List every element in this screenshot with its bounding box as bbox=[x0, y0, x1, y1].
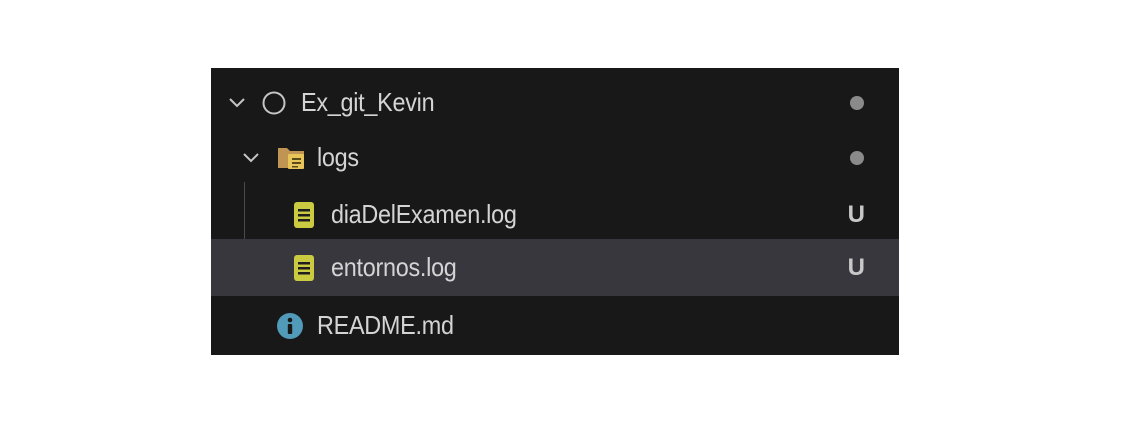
repository-circle-icon bbox=[262, 91, 286, 114]
untracked-status-badge: U bbox=[847, 200, 865, 228]
modified-status-dot bbox=[850, 95, 864, 110]
log-file-icon bbox=[294, 201, 314, 228]
chevron-down-icon[interactable] bbox=[227, 93, 247, 113]
tree-item-file-readme[interactable]: README.md bbox=[211, 297, 899, 354]
tree-item-label: Ex_git_Kevin bbox=[301, 87, 435, 117]
chevron-down-icon[interactable] bbox=[241, 148, 261, 168]
tree-item-file-entornos[interactable]: entornos.log U bbox=[211, 239, 899, 296]
tree-item-label: entornos.log bbox=[331, 252, 457, 282]
tree-item-folder-logs[interactable]: logs bbox=[211, 129, 899, 186]
tree-item-file-diadelexamen[interactable]: diaDelExamen.log U bbox=[211, 186, 899, 243]
log-file-icon bbox=[294, 254, 314, 281]
tree-item-label: logs bbox=[317, 142, 359, 172]
tree-item-label: README.md bbox=[317, 310, 454, 340]
file-explorer: Ex_git_Kevin logs diaDelExamen.log U ent… bbox=[211, 68, 899, 355]
modified-status-dot bbox=[850, 150, 864, 165]
tree-item-repo-root[interactable]: Ex_git_Kevin bbox=[211, 74, 899, 131]
tree-item-label: diaDelExamen.log bbox=[331, 199, 517, 229]
info-icon bbox=[277, 312, 303, 339]
untracked-status-badge: U bbox=[847, 253, 865, 281]
folder-open-icon bbox=[278, 147, 304, 169]
